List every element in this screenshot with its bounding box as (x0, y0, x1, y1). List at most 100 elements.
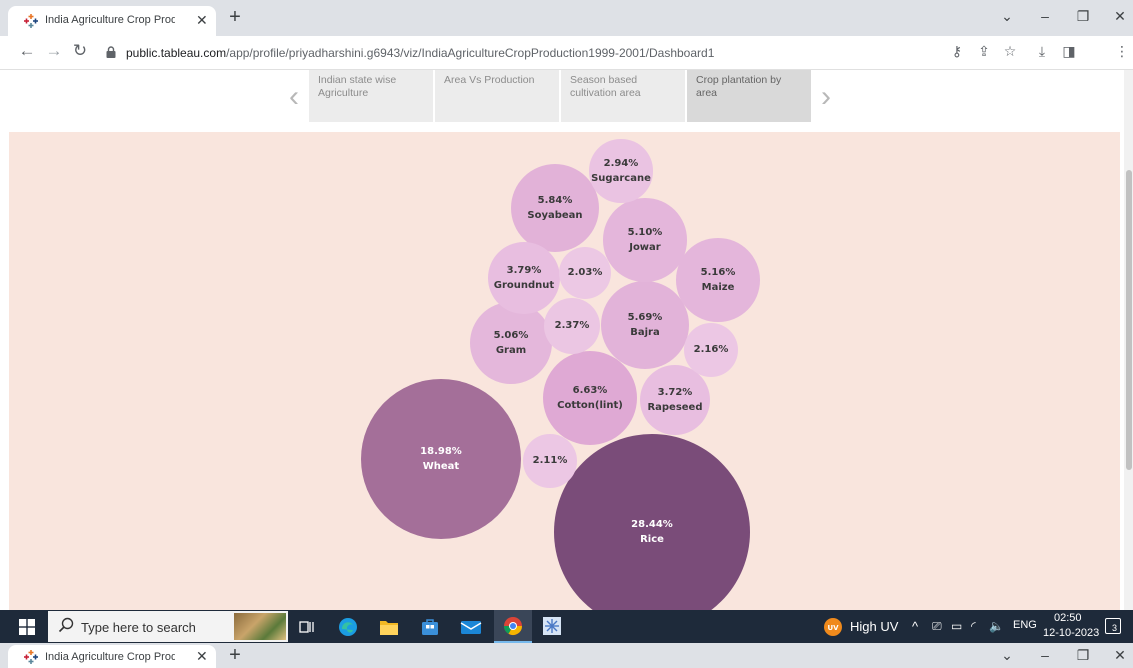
bubble-crop-label: Wheat (422, 460, 460, 472)
tab-title: India Agriculture Crop Productio (45, 651, 175, 663)
bubble-percent-label: 6.63% (572, 384, 608, 396)
side-panel-icon[interactable]: ◨ (1060, 43, 1078, 60)
bubble-maize[interactable]: 5.16% Maize (676, 238, 760, 322)
lock-icon (106, 46, 116, 58)
notification-center-icon[interactable]: 3 (1105, 618, 1121, 634)
minimize-button[interactable]: – (1035, 8, 1055, 24)
store-icon[interactable] (420, 617, 440, 637)
bubble-percent-label: 18.98% (420, 445, 462, 457)
clock-time[interactable]: 02:50 (1054, 612, 1082, 624)
weather-sun-icon[interactable]: UV (823, 617, 843, 637)
minimize-button[interactable]: – (1035, 647, 1055, 663)
bubble-percent-label: 5.10% (627, 226, 663, 238)
bookmark-star-icon[interactable]: ☆ (1001, 43, 1019, 60)
edge-browser-icon[interactable] (338, 617, 358, 637)
tab-close-icon[interactable]: ✕ (196, 12, 208, 29)
battery-icon[interactable]: ▭ (951, 619, 962, 633)
story-point-label: Crop plantation by area (696, 74, 782, 99)
tab-close-icon[interactable]: ✕ (196, 648, 208, 665)
bubble-unlabeled-14[interactable]: 2.03% (558, 246, 612, 300)
story-prev-arrow-icon[interactable]: ‹ (284, 80, 304, 114)
bubble-sugarcane[interactable]: 2.94% Sugarcane (589, 139, 653, 203)
weather-text[interactable]: High UV (850, 619, 898, 634)
tableau-favicon-icon (24, 14, 38, 28)
bubble-unlabeled-12[interactable]: 2.16% (683, 322, 739, 378)
windows-start-icon[interactable] (19, 619, 35, 635)
bubble-jowar[interactable]: 5.10% Jowar (603, 198, 687, 282)
browser-tab[interactable]: India Agriculture Crop Productio ✕ (8, 6, 216, 36)
url-text: public.tableau.com/app/profile/priyadhar… (126, 46, 714, 60)
share-icon[interactable]: ⇪ (975, 43, 993, 60)
chrome-icon (504, 617, 522, 636)
scrollbar-thumb[interactable] (1126, 170, 1132, 470)
forward-arrow-icon[interactable]: → (43, 41, 65, 61)
browser-toolbar: ← → ↻ public.tableau.com/app/profile/pri… (0, 36, 1133, 97)
bubble-groundnut[interactable]: 3.79% Groundnut (488, 242, 560, 314)
tab-search-icon[interactable]: ⌄ (997, 647, 1017, 664)
bubble-rapeseed[interactable]: 3.72% Rapeseed (639, 364, 711, 436)
bubble-percent-label: 2.37% (554, 320, 590, 332)
password-key-icon[interactable]: ⚷ (948, 43, 966, 60)
bubble-rice[interactable]: 28.44% Rice (553, 433, 751, 610)
bubble-crop-label: Gram (495, 344, 527, 356)
close-window-button[interactable]: ✕ (1110, 8, 1130, 25)
story-point-1[interactable]: Indian state wise Agriculture (309, 70, 433, 122)
mail-icon[interactable] (460, 618, 482, 636)
taskbar-search-box[interactable]: Type here to search (48, 611, 288, 642)
tab-title: India Agriculture Crop Productio (45, 14, 175, 26)
windows-taskbar: Type here to search UV High UV ^ ⎚ ▭ ◜ 🔈… (0, 610, 1133, 643)
bubble-bajra[interactable]: 5.69% Bajra (601, 281, 689, 369)
download-icon[interactable]: ⤓ (1033, 43, 1051, 60)
snipping-tool-icon[interactable] (542, 616, 562, 636)
bubble-crop-label: Sugarcane (591, 172, 651, 184)
bubble-unlabeled-13[interactable]: 2.11% (523, 434, 577, 488)
page-scrollbar[interactable] (1124, 70, 1133, 610)
bubble-percent-label: 3.79% (506, 264, 542, 276)
notification-count: 3 (1112, 623, 1118, 633)
story-next-arrow-icon[interactable]: › (816, 80, 836, 114)
bubble-soyabean[interactable]: 5.84% Soyabean (510, 163, 600, 253)
bubble-gram[interactable]: 5.06% Gram (469, 301, 553, 385)
bubble-percent-label: 2.16% (693, 344, 729, 356)
url-host: public.tableau.com (126, 46, 227, 60)
browser-tab-strip: India Agriculture Crop Productio ✕ + ⌄ –… (0, 0, 1133, 36)
story-point-2[interactable]: Area Vs Production (435, 70, 559, 122)
new-tab-button[interactable]: + (225, 6, 245, 29)
clock-date[interactable]: 12-10-2023 (1043, 627, 1099, 639)
tray-chevron-icon[interactable]: ^ (912, 619, 918, 634)
bubble-percent-label: 5.06% (493, 329, 529, 341)
bubble-wheat[interactable]: 18.98% Wheat (360, 378, 522, 540)
svg-text:UV: UV (827, 624, 839, 632)
volume-icon[interactable]: 🔈 (989, 619, 1004, 633)
language-indicator[interactable]: ENG (1013, 619, 1037, 631)
task-view-icon[interactable] (299, 619, 315, 635)
tableau-favicon-icon (24, 650, 38, 664)
file-explorer-icon[interactable] (379, 618, 399, 636)
reload-icon[interactable]: ↻ (69, 41, 91, 61)
story-point-4-active[interactable]: Crop plantation by area (687, 70, 811, 122)
bubble-crop-label: Rice (640, 533, 664, 545)
back-arrow-icon[interactable]: ← (16, 41, 38, 61)
search-placeholder: Type here to search (81, 620, 196, 635)
tab-search-icon[interactable]: ⌄ (997, 8, 1017, 25)
bubble-percent-label: 5.69% (627, 311, 663, 323)
bubble-unlabeled-11[interactable]: 2.37% (543, 297, 601, 355)
maximize-button[interactable]: ❐ (1073, 647, 1093, 664)
wifi-icon[interactable]: ◜ (971, 619, 976, 633)
bubble-cotton-lint[interactable]: 6.63% Cotton(lint) (542, 350, 638, 446)
browser-tab[interactable]: India Agriculture Crop Productio ✕ (8, 645, 216, 668)
chrome-taskbar-button[interactable] (494, 610, 532, 643)
bubble-percent-label: 2.11% (532, 455, 568, 467)
story-point-label: Indian state wise Agriculture (318, 74, 397, 99)
url-path: /app/profile/priyadharshini.g6943/viz/In… (226, 46, 715, 60)
bubble-percent-label: 3.72% (657, 386, 693, 398)
meet-now-icon[interactable]: ⎚ (932, 619, 942, 634)
new-tab-button[interactable]: + (225, 644, 245, 667)
maximize-button[interactable]: ❐ (1073, 8, 1093, 25)
story-point-3[interactable]: Season based cultivation area (561, 70, 685, 122)
second-browser-tab-strip: India Agriculture Crop Productio ✕ + ⌄ –… (0, 643, 1133, 668)
bubble-crop-label: Rapeseed (647, 401, 703, 413)
close-window-button[interactable]: ✕ (1110, 647, 1130, 664)
browser-menu-icon[interactable]: ⋮ (1113, 43, 1131, 60)
search-icon (58, 617, 74, 633)
